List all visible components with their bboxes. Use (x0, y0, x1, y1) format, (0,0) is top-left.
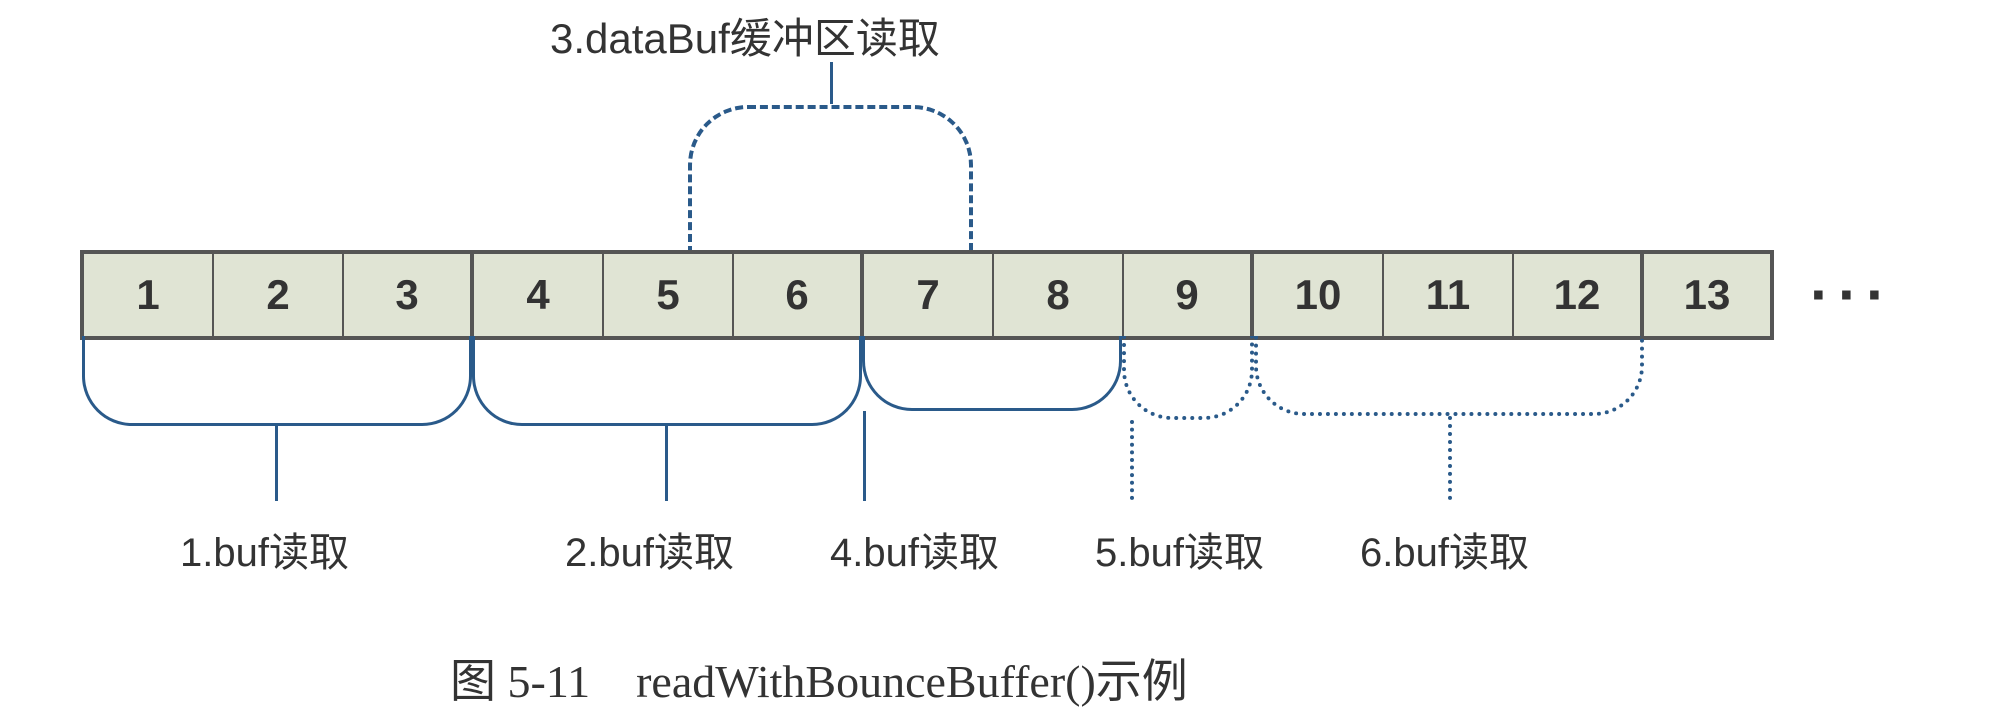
top-annotation-label: 3.dataBuf缓冲区读取 (550, 5, 940, 66)
label-1-buf: 1.buf读取 (180, 520, 349, 578)
brace-4 (862, 336, 1122, 411)
brace-2-stem (665, 426, 668, 501)
cell-4: 4 (474, 254, 604, 336)
ellipsis: ··· (1810, 260, 1894, 329)
brace-1 (82, 336, 472, 426)
cell-10: 10 (1254, 254, 1384, 336)
cell-9: 9 (1124, 254, 1254, 336)
cell-1: 1 (84, 254, 214, 336)
label-5-buf: 5.buf读取 (1095, 520, 1264, 578)
brace-5-stem (1130, 420, 1134, 500)
brace-6-stem (1448, 416, 1452, 500)
label-6-buf: 6.buf读取 (1360, 520, 1529, 578)
brace-6 (1254, 336, 1644, 416)
top-connector-line (830, 62, 833, 104)
cell-5: 5 (604, 254, 734, 336)
figure-caption: 图 5-11 readWithBounceBuffer()示例 (450, 645, 1188, 711)
brace-1-stem (275, 426, 278, 501)
label-2-buf: 2.buf读取 (565, 520, 734, 578)
brace-4-stem (863, 411, 866, 501)
brace-2 (472, 336, 862, 426)
buffer-cells-row: 1 2 3 4 5 6 7 8 9 10 11 12 13 (80, 250, 1774, 340)
cell-2: 2 (214, 254, 344, 336)
cell-13: 13 (1644, 254, 1774, 336)
brace-5 (1122, 336, 1254, 420)
cell-12: 12 (1514, 254, 1644, 336)
cell-6: 6 (734, 254, 864, 336)
cell-3: 3 (344, 254, 474, 336)
cell-7: 7 (864, 254, 994, 336)
label-4-buf: 4.buf读取 (830, 520, 999, 578)
cell-11: 11 (1384, 254, 1514, 336)
cell-8: 8 (994, 254, 1124, 336)
